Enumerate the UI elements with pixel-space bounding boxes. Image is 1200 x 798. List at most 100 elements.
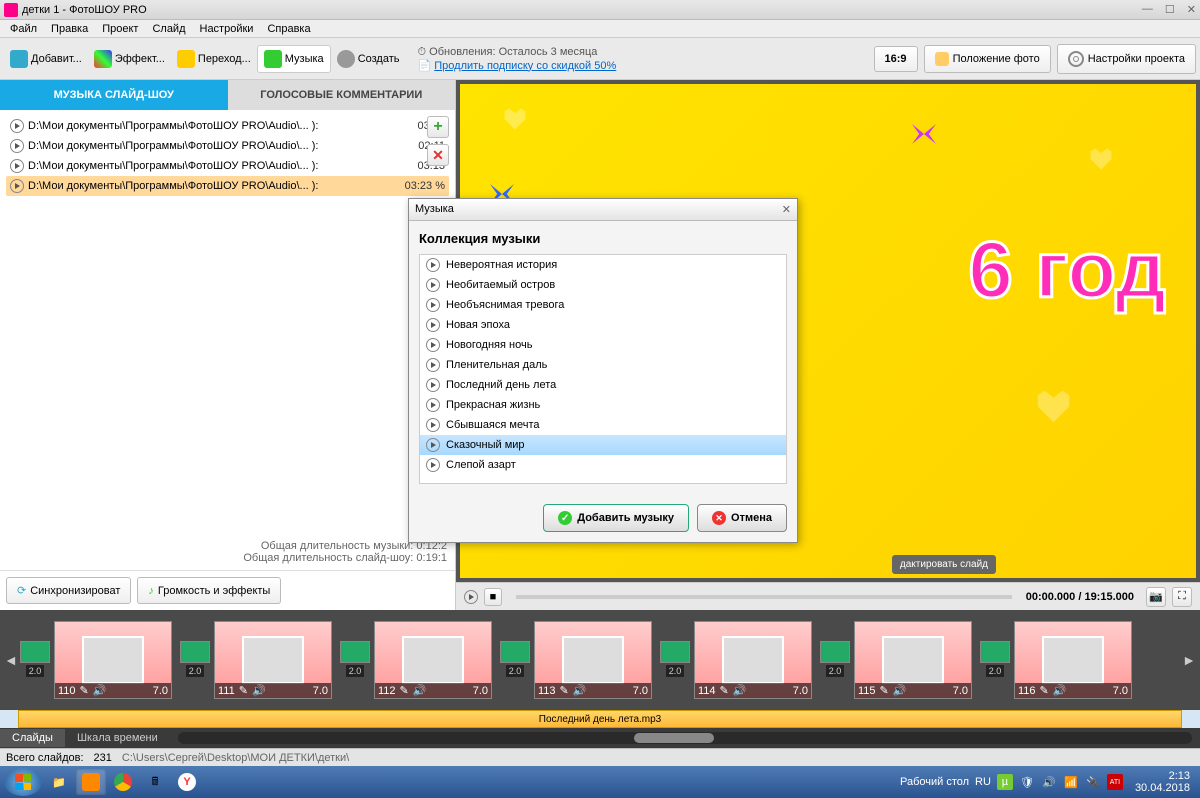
volume-effects-button[interactable]: ♪Громкость и эффекты [137, 577, 281, 604]
dialog-close-button[interactable]: ✕ [782, 203, 791, 216]
app-taskbar-icon[interactable] [76, 769, 106, 795]
utorrent-icon[interactable]: µ [997, 774, 1013, 790]
play-icon[interactable] [426, 438, 440, 452]
play-button[interactable] [464, 590, 478, 604]
tab-voice-comments[interactable]: ГОЛОСОВЫЕ КОММЕНТАРИИ [228, 80, 456, 110]
tool-effects[interactable]: Эффект... [88, 46, 171, 72]
start-button[interactable] [4, 768, 42, 796]
play-icon[interactable] [10, 159, 24, 173]
slide-thumb[interactable]: 114✎🔊7.0 [694, 621, 812, 699]
slide-thumb[interactable]: 111✎🔊7.0 [214, 621, 332, 699]
menu-file[interactable]: Файл [4, 22, 43, 36]
play-icon[interactable] [426, 418, 440, 432]
stop-button[interactable]: ■ [484, 588, 502, 606]
menu-settings[interactable]: Настройки [194, 22, 260, 36]
lang-indicator[interactable]: RU [975, 776, 991, 788]
transition-thumb[interactable]: 2.0 [818, 633, 852, 687]
play-icon[interactable] [10, 119, 24, 133]
cancel-button[interactable]: ✕Отмена [697, 504, 787, 532]
sync-button[interactable]: ⟳Синхронизироват [6, 577, 131, 604]
play-icon[interactable] [426, 398, 440, 412]
menu-slide[interactable]: Слайд [146, 22, 191, 36]
track-row[interactable]: D:\Мои документы\Программы\ФотоШОУ PRO\A… [6, 156, 449, 176]
tool-add[interactable]: Добавит... [4, 46, 88, 72]
sound-icon[interactable]: 🔊 [1041, 774, 1057, 790]
tab-slideshow-music[interactable]: МУЗЫКА СЛАЙД-ШОУ [0, 80, 228, 110]
transition-thumb[interactable]: 2.0 [178, 633, 212, 687]
calc-icon[interactable]: 🖩 [140, 769, 170, 795]
palette-icon [94, 50, 112, 68]
music-item[interactable]: Необитаемый остров [420, 275, 786, 295]
aspect-ratio-button[interactable]: 16:9 [874, 46, 918, 72]
music-item[interactable]: Новая эпоха [420, 315, 786, 335]
play-icon[interactable] [10, 139, 24, 153]
music-item[interactable]: Сбывшаяся мечта [420, 415, 786, 435]
tool-transitions[interactable]: Переход... [171, 46, 257, 72]
maximize-button[interactable]: ☐ [1165, 3, 1175, 16]
transition-thumb[interactable]: 2.0 [658, 633, 692, 687]
slide-thumb[interactable]: 116✎🔊7.0 [1014, 621, 1132, 699]
play-icon[interactable] [10, 179, 24, 193]
chrome-icon[interactable] [108, 769, 138, 795]
explorer-icon[interactable]: 📁 [44, 769, 74, 795]
transition-thumb[interactable]: 2.0 [18, 633, 52, 687]
timeline-next[interactable]: ► [1182, 652, 1196, 668]
update-link[interactable]: Продлить подписку со скидкой 50% [434, 60, 616, 72]
slide-thumb[interactable]: 110✎🔊7.0 [54, 621, 172, 699]
play-icon[interactable] [426, 278, 440, 292]
play-icon[interactable] [426, 338, 440, 352]
music-item[interactable]: Новогодняя ночь [420, 335, 786, 355]
tab-timescale[interactable]: Шкала времени [65, 729, 170, 747]
menu-project[interactable]: Проект [96, 22, 144, 36]
minimize-button[interactable]: — [1142, 3, 1153, 16]
add-track-button[interactable]: + [427, 116, 449, 138]
audio-track[interactable]: Последний день лета.mp3 [18, 710, 1182, 728]
shield-icon[interactable]: 🛡 [1019, 774, 1035, 790]
play-icon[interactable] [426, 298, 440, 312]
menu-help[interactable]: Справка [261, 22, 316, 36]
play-icon[interactable] [426, 318, 440, 332]
show-desktop[interactable]: Рабочий стол [900, 776, 969, 788]
track-row[interactable]: D:\Мои документы\Программы\ФотоШОУ PRO\A… [6, 176, 449, 196]
timeline-prev[interactable]: ◄ [4, 652, 18, 668]
track-row[interactable]: D:\Мои документы\Программы\ФотоШОУ PRO\A… [6, 116, 449, 136]
music-item[interactable]: Невероятная история [420, 255, 786, 275]
play-icon[interactable] [426, 358, 440, 372]
fullscreen-button[interactable]: ⛶ [1172, 587, 1192, 607]
snapshot-button[interactable]: 📷 [1146, 587, 1166, 607]
music-item[interactable]: Сказочный мир [420, 435, 786, 455]
play-icon[interactable] [426, 458, 440, 472]
tab-slides[interactable]: Слайды [0, 729, 65, 747]
power-icon[interactable]: 🔌 [1085, 774, 1101, 790]
clock[interactable]: 2:13 30.04.2018 [1129, 770, 1196, 794]
yandex-icon[interactable]: Y [172, 769, 202, 795]
slide-thumb[interactable]: 112✎🔊7.0 [374, 621, 492, 699]
project-settings-button[interactable]: Настройки проекта [1057, 44, 1196, 74]
ati-icon[interactable]: ATI [1107, 774, 1123, 790]
transition-thumb[interactable]: 2.0 [498, 633, 532, 687]
transition-thumb[interactable]: 2.0 [338, 633, 372, 687]
music-item[interactable]: Слепой азарт [420, 455, 786, 475]
slide-thumb[interactable]: 115✎🔊7.0 [854, 621, 972, 699]
tool-create[interactable]: Создать [331, 46, 406, 72]
menu-edit[interactable]: Правка [45, 22, 94, 36]
music-item[interactable]: Пленительная даль [420, 355, 786, 375]
close-button[interactable]: ✕ [1187, 3, 1196, 16]
music-item[interactable]: Последний день лета [420, 375, 786, 395]
network-icon[interactable]: 📶 [1063, 774, 1079, 790]
music-item[interactable]: Необъяснимая тревога [420, 295, 786, 315]
music-item[interactable]: Прекрасная жизнь [420, 395, 786, 415]
edit-slide-button[interactable]: дактировать слайд [892, 555, 996, 574]
time-display: 00:00.000 / 19:15.000 [1026, 591, 1134, 603]
remove-track-button[interactable]: ✕ [427, 144, 449, 166]
transition-thumb[interactable]: 2.0 [978, 633, 1012, 687]
tool-music[interactable]: Музыка [257, 45, 331, 73]
play-icon[interactable] [426, 378, 440, 392]
slide-thumb[interactable]: 113✎🔊7.0 [534, 621, 652, 699]
play-icon[interactable] [426, 258, 440, 272]
photo-position-button[interactable]: Положение фото [924, 45, 1051, 73]
timeline-scrollbar[interactable] [178, 732, 1192, 744]
track-row[interactable]: D:\Мои документы\Программы\ФотоШОУ PRO\A… [6, 136, 449, 156]
seek-bar[interactable] [516, 595, 1012, 599]
add-music-button[interactable]: ✓Добавить музыку [543, 504, 689, 532]
